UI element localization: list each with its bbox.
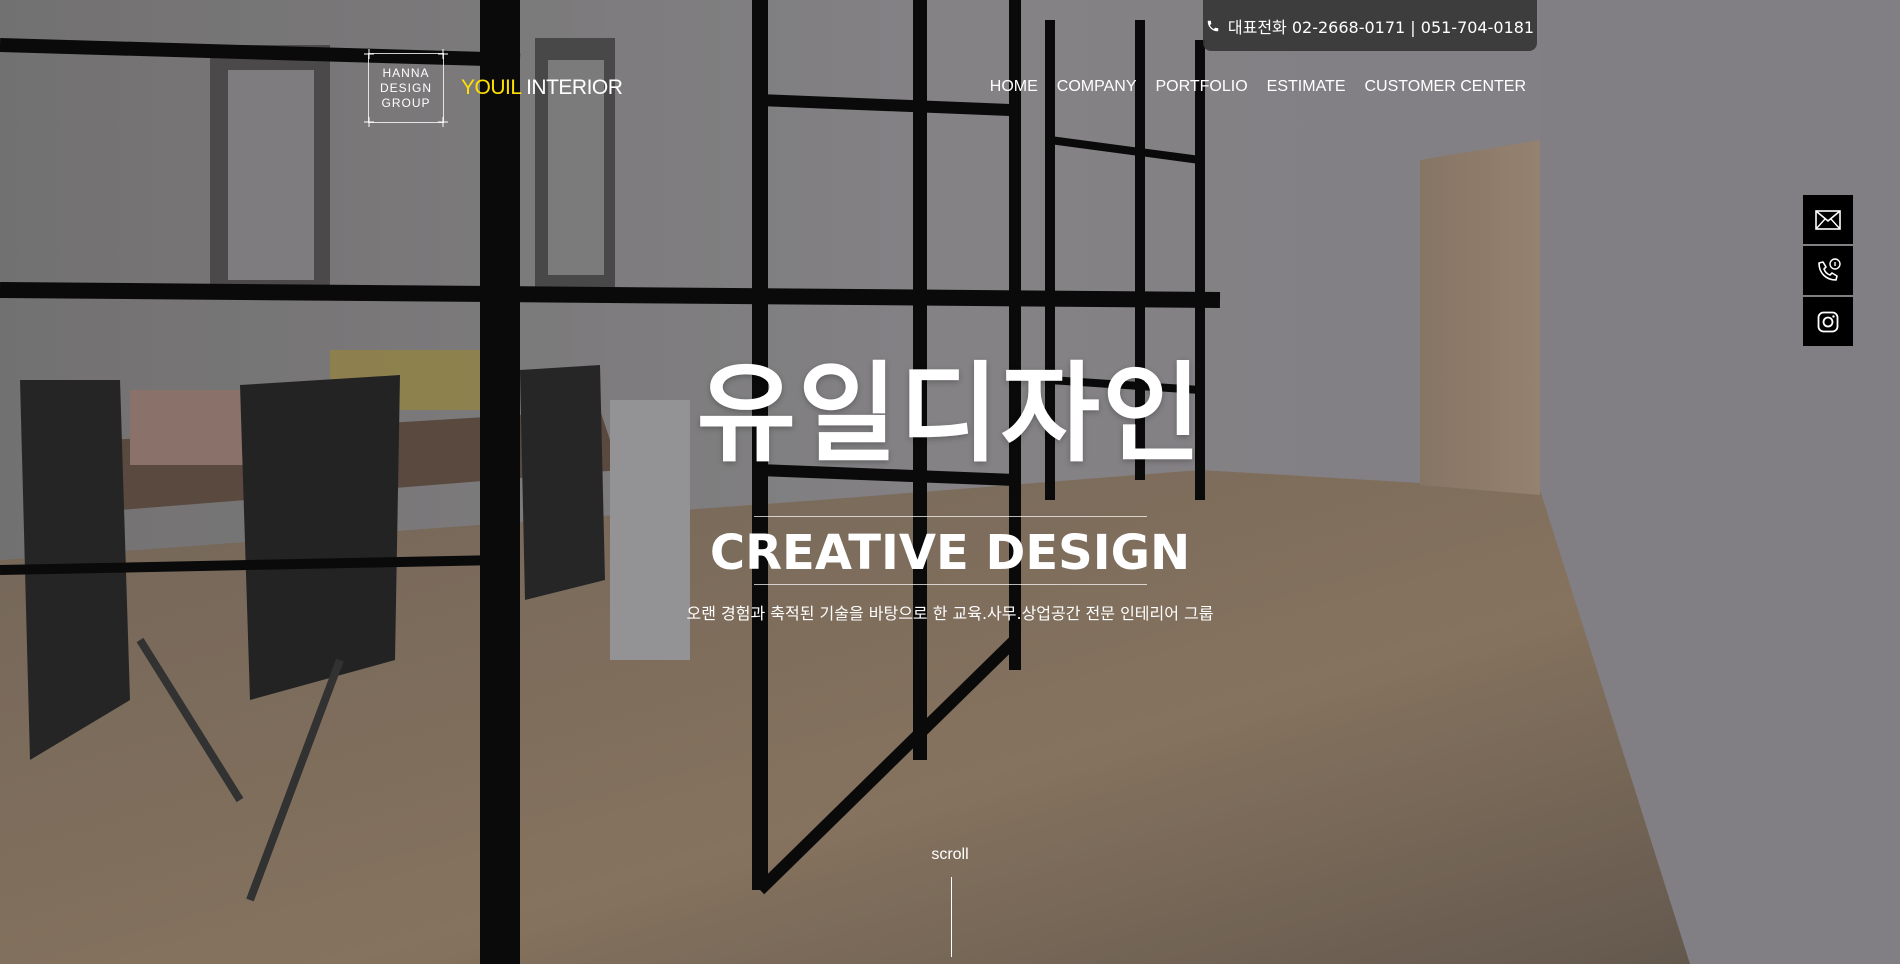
- hero-section: 대표전화 02-2668-0171 | 051-704-0181 HANNA D…: [0, 0, 1900, 964]
- logo-line-2: DESIGN: [379, 80, 432, 95]
- nav-portfolio[interactable]: PORTFOLIO: [1156, 78, 1248, 96]
- logo-line-3: GROUP: [381, 95, 431, 110]
- brand-rest: INTERIOR: [520, 76, 623, 99]
- nav-customer-center[interactable]: CUSTOMER CENTER: [1365, 78, 1527, 96]
- phone-icon: [1207, 20, 1219, 31]
- phone-info-button[interactable]: [1803, 246, 1853, 295]
- nav-company[interactable]: COMPANY: [1057, 78, 1137, 96]
- scroll-indicator-line: [951, 877, 952, 957]
- mail-button[interactable]: [1803, 195, 1853, 244]
- logo-line-1: HANNA: [382, 65, 430, 80]
- nav-home[interactable]: HOME: [990, 78, 1038, 96]
- hero-divider-bottom: [754, 584, 1147, 585]
- brand-name[interactable]: YOUIL INTERIOR: [461, 76, 623, 100]
- hero-title: 유일디자인: [696, 352, 1204, 477]
- brand-accent: YOUIL: [461, 76, 521, 99]
- phone-numbers[interactable]: 대표전화 02-2668-0171 | 051-704-0181: [1228, 14, 1534, 38]
- logo-corner-mark: [438, 49, 448, 59]
- instagram-button[interactable]: [1803, 297, 1853, 346]
- side-quick-menu: [1803, 195, 1853, 346]
- hero-divider-top: [754, 516, 1147, 517]
- logo-corner-mark: [438, 117, 448, 127]
- phone-bar: 대표전화 02-2668-0171 | 051-704-0181: [1203, 0, 1537, 51]
- hero-background-image: [0, 0, 1900, 964]
- logo-corner-mark: [364, 49, 374, 59]
- logo-corner-mark: [364, 117, 374, 127]
- scroll-indicator-label[interactable]: scroll: [0, 846, 1900, 864]
- instagram-icon: [1817, 311, 1839, 332]
- mail-icon: [1815, 209, 1841, 230]
- hero-description: 오랜 경험과 축적된 기술을 바탕으로 한 교육.사무.상업공간 전문 인테리어…: [686, 604, 1214, 623]
- hanna-design-group-logo[interactable]: HANNA DESIGN GROUP: [364, 49, 448, 127]
- main-nav: HOME COMPANY PORTFOLIO ESTIMATE CUSTOMER…: [990, 78, 1526, 96]
- phone-info-icon: [1818, 257, 1841, 281]
- nav-estimate[interactable]: ESTIMATE: [1267, 78, 1346, 96]
- hero-subtitle: CREATIVE DESIGN: [709, 525, 1191, 581]
